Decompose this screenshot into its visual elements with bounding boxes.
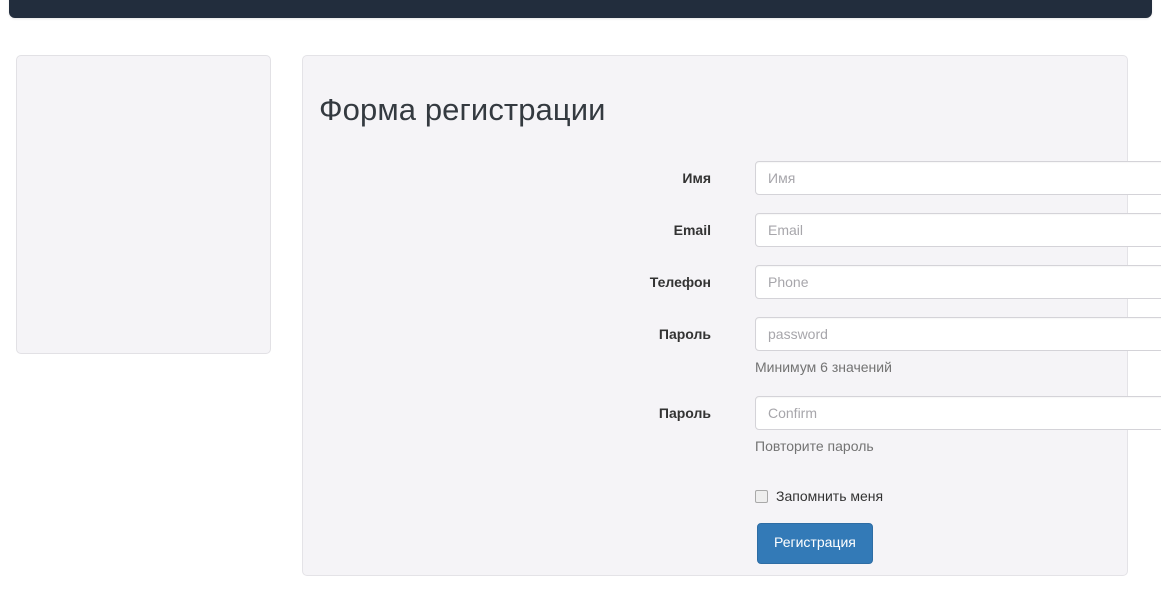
side-panel (16, 55, 271, 354)
label-email: Email (673, 222, 711, 238)
remember-me-label: Запомнить меня (776, 487, 884, 504)
form-row-password: Пароль Минимум 6 значений (303, 317, 1161, 378)
form-row-name: Имя (303, 161, 1161, 195)
password-confirm-help-text: Повторите пароль (755, 437, 874, 454)
remember-me-row[interactable]: Запомнить меня (755, 487, 1127, 505)
label-name: Имя (682, 170, 711, 186)
password-input[interactable] (755, 317, 1161, 351)
register-button[interactable]: Регистрация (757, 523, 873, 565)
label-password-confirm: Пароль (658, 404, 711, 421)
password-confirm-input[interactable] (755, 395, 1161, 430)
input-wrap-email (755, 213, 1161, 247)
form-row-password-confirm: Пароль Повторите пароль (303, 395, 1161, 457)
label-password: Пароль (658, 326, 711, 342)
input-wrap-phone (755, 265, 1161, 299)
password-help-text: Минимум 6 значений (755, 359, 892, 375)
input-wrap-password: Минимум 6 значений (755, 317, 1161, 378)
submit-row: Регистрация (757, 523, 1127, 565)
registration-form: Имя Email Телефон Пароль Минимум 6 значе… (303, 161, 1161, 565)
input-wrap-name (755, 161, 1161, 195)
top-navbar (9, 0, 1152, 18)
input-wrap-password-confirm: Повторите пароль (755, 395, 1161, 457)
name-input[interactable] (755, 161, 1161, 195)
label-phone: Телефон (649, 274, 711, 290)
phone-input[interactable] (755, 265, 1161, 299)
email-input[interactable] (755, 213, 1161, 247)
page-title: Форма регистрации (319, 92, 606, 127)
remember-me-checkbox[interactable] (755, 489, 768, 503)
form-row-phone: Телефон (303, 265, 1161, 299)
registration-form-panel: Форма регистрации Имя Email Телефон Паро… (302, 55, 1161, 576)
form-row-email: Email (303, 213, 1161, 247)
